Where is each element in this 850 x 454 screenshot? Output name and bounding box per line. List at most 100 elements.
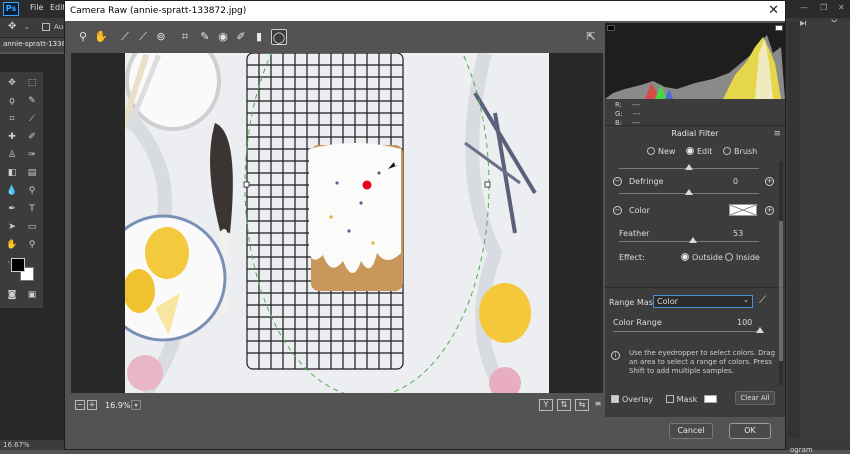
color-range-thumb[interactable] (756, 327, 764, 333)
g-readout: G: --- (615, 110, 641, 118)
panel-scrollbar[interactable] (779, 161, 783, 385)
color-range-value[interactable]: 100 (737, 318, 752, 327)
panel-scrollbar-thumb[interactable] (779, 221, 783, 361)
path-select-tool-icon[interactable]: ➤ (5, 220, 19, 234)
red-eye-tool-icon[interactable]: ◉ (215, 29, 231, 45)
pen-tool-icon[interactable]: ✒ (5, 202, 19, 216)
hand-tool-icon[interactable]: ✋ (93, 29, 109, 45)
clear-all-button[interactable]: Clear All (735, 391, 775, 405)
adjustment-brush-icon[interactable]: ✐ (233, 29, 249, 45)
crop-tool-icon[interactable]: ⌗ (5, 112, 19, 126)
mask-color-swatch[interactable] (703, 395, 717, 403)
graduated-filter-icon[interactable]: ▮ (251, 29, 267, 45)
close-icon[interactable]: ✕ (838, 3, 845, 12)
range-mask-info: Use the eyedropper to select colors. Dra… (629, 349, 776, 375)
color-increase-button[interactable]: + (765, 206, 774, 215)
defringe-label: Defringe (629, 177, 664, 186)
shadow-clipping-icon[interactable] (607, 25, 615, 31)
minimize-icon[interactable]: — (800, 3, 808, 12)
rectangle-tool-icon[interactable]: ▭ (25, 220, 39, 234)
radial-filter-icon[interactable]: ◯ (271, 29, 287, 45)
histogram-graph (605, 35, 785, 99)
mask-checkbox[interactable]: Mask (665, 395, 697, 404)
mode-edit-radio[interactable]: Edit (686, 147, 713, 156)
histogram-tab[interactable]: ogram (790, 446, 813, 454)
stamp-tool-icon[interactable]: ♙ (5, 148, 19, 162)
hand-tool-icon[interactable]: ✋ (5, 238, 19, 252)
white-balance-tool-icon[interactable]: ⟋ (117, 29, 133, 45)
foreground-color-swatch[interactable] (11, 258, 25, 272)
zoom-level: 16.9% (105, 401, 131, 410)
photoshop-logo: Ps (3, 2, 19, 16)
status-zoom[interactable]: 16.67% (0, 440, 64, 450)
brush-tool-icon[interactable]: ✐ (25, 130, 39, 144)
dropdown-chevron-icon[interactable]: ⌄ (24, 23, 30, 31)
dialog-title: Camera Raw (annie-spratt-133872.jpg) (70, 6, 247, 16)
cancel-button[interactable]: Cancel (669, 423, 713, 439)
quick-select-tool-icon[interactable]: ✎ (25, 94, 39, 108)
eraser-tool-icon[interactable]: ◧ (5, 166, 19, 180)
right-panels: ▸▸ ✕ ogram (786, 18, 850, 454)
zoom-tool-icon[interactable]: ⚲ (75, 29, 91, 45)
dodge-tool-icon[interactable]: ⚲ (25, 184, 39, 198)
highlight-clipping-icon[interactable] (775, 25, 783, 31)
crop-tool-icon[interactable]: ⌗ (177, 29, 193, 45)
preview-preferences-icon[interactable]: ≡ (591, 399, 605, 411)
preview-bottom-bar: − + 16.9% ▾ Y ⇅ ⇆ ≡ (65, 395, 605, 415)
color-decrease-button[interactable]: − (613, 206, 622, 215)
move-tool-icon[interactable]: ✥ (5, 76, 19, 90)
adjustments-scroll-area[interactable]: − Defringe 0 + − Color + Feather 53 Effe… (605, 161, 785, 385)
mode-new-radio[interactable]: New (647, 147, 675, 156)
open-preferences-icon[interactable]: ⇱ (583, 29, 599, 45)
spot-removal-tool-icon[interactable]: ✎ (197, 29, 213, 45)
overlay-row: Overlay Mask (611, 395, 717, 404)
marquee-tool-icon[interactable]: ⬚ (25, 76, 39, 90)
maximize-icon[interactable]: ❐ (820, 3, 827, 12)
mode-brush-radio[interactable]: Brush (723, 147, 757, 156)
zoom-out-button[interactable]: − (75, 400, 85, 410)
zoom-dropdown-button[interactable]: ▾ (131, 400, 141, 410)
gradient-tool-icon[interactable]: ▤ (25, 166, 39, 180)
lasso-tool-icon[interactable]: ϙ (5, 94, 19, 108)
panel-title: Radial Filter (671, 129, 719, 138)
document-tab[interactable]: annie-spratt-133872 (0, 38, 64, 52)
menu-file[interactable]: File (30, 3, 43, 12)
targeted-adjust-tool-icon[interactable]: ⊚ (153, 29, 169, 45)
range-mask-select[interactable]: Color ⌄ (653, 295, 753, 308)
overlay-checkbox[interactable]: Overlay (611, 395, 653, 404)
blur-tool-icon[interactable]: 💧 (5, 184, 19, 198)
slider-thumb[interactable] (685, 164, 693, 170)
defringe-increase-button[interactable]: + (765, 177, 774, 186)
eyedropper-icon[interactable]: ⟋ (759, 295, 766, 306)
history-brush-tool-icon[interactable]: ✑ (25, 148, 39, 162)
panel-menu-icon[interactable]: ≡ (773, 129, 781, 139)
photo-canvas[interactable] (125, 53, 549, 393)
color-sampler-tool-icon[interactable]: ⟋ (135, 29, 151, 45)
before-after-view-button[interactable]: Y (539, 399, 553, 411)
feather-value[interactable]: 53 (733, 229, 743, 238)
defringe-decrease-button[interactable]: − (613, 177, 622, 186)
feather-thumb[interactable] (689, 237, 697, 243)
dialog-titlebar: Camera Raw (annie-spratt-133872.jpg) ✕ (65, 1, 785, 21)
type-tool-icon[interactable]: T (25, 202, 39, 216)
effect-inside-radio[interactable]: Inside (725, 253, 760, 262)
effect-outside-radio[interactable]: Outside (681, 253, 723, 262)
color-range-track[interactable] (613, 331, 761, 332)
move-tool-icon[interactable]: ✥ (8, 21, 16, 32)
zoom-in-button[interactable]: + (87, 400, 97, 410)
close-icon[interactable]: ✕ (768, 3, 779, 18)
copy-settings-button[interactable]: ⇆ (575, 399, 589, 411)
screen-mode-icon[interactable]: ▣ (25, 288, 39, 302)
defringe-value[interactable]: 0 (733, 177, 738, 186)
defringe-thumb[interactable] (685, 189, 693, 195)
eyedropper-tool-icon[interactable]: ⟋ (25, 112, 39, 126)
r-readout: R: --- (615, 101, 640, 109)
quick-mask-icon[interactable]: ◙ (5, 288, 19, 302)
healing-tool-icon[interactable]: ✚ (5, 130, 19, 144)
image-preview[interactable] (71, 53, 603, 393)
color-swatch[interactable] (729, 204, 757, 216)
swap-before-after-button[interactable]: ⇅ (557, 399, 571, 411)
auto-select-checkbox[interactable] (42, 23, 53, 32)
zoom-tool-icon[interactable]: ⚲ (25, 238, 39, 252)
ok-button[interactable]: OK (729, 423, 771, 439)
